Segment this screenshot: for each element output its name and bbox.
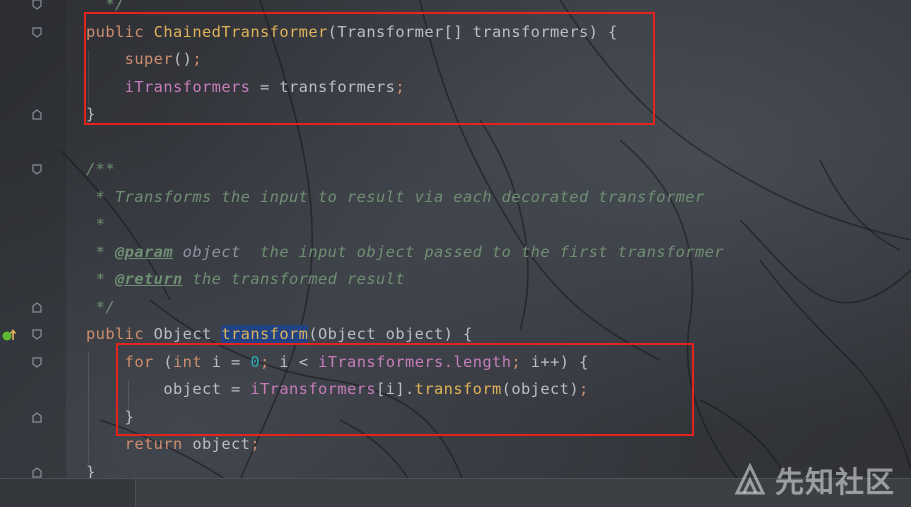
gutter-line: [0, 349, 66, 377]
code-token: object: [182, 242, 241, 261]
code-token: public: [86, 325, 154, 343]
code-token: *: [86, 242, 115, 261]
implements-method-icon[interactable]: [2, 328, 16, 342]
code-token: transform: [221, 325, 309, 343]
watermark-text: 先知社区: [774, 465, 895, 499]
gutter-line: [0, 321, 66, 349]
fold-arrow-icon[interactable]: [32, 301, 42, 313]
code-token: the input object passed to the first tra…: [240, 242, 724, 261]
code-token: return: [124, 435, 193, 453]
code-token: object: [192, 435, 251, 453]
code-token: Object: [153, 325, 222, 343]
code-line[interactable]: * @return the transformed result: [86, 266, 405, 294]
fold-arrow-icon[interactable]: [32, 466, 42, 478]
highlight-box-constructor: [84, 12, 655, 125]
gutter-line: [0, 376, 66, 404]
fold-arrow-icon[interactable]: [32, 26, 42, 38]
status-bar-left: [0, 479, 136, 507]
gutter: [0, 0, 66, 478]
gutter-line: [0, 74, 66, 102]
code-line[interactable]: /**: [86, 156, 115, 184]
code-token: *: [86, 270, 115, 288]
gutter-line: [0, 129, 66, 157]
code-token: * Transforms the input to result via eac…: [86, 187, 705, 206]
gutter-line: [0, 239, 66, 267]
watermark-logo-icon: [734, 463, 766, 495]
fold-arrow-icon[interactable]: [32, 329, 42, 340]
watermark: 先知社区: [733, 460, 895, 500]
code-token: @return: [115, 270, 183, 288]
fold-arrow-icon[interactable]: [32, 411, 42, 423]
gutter-line: [0, 101, 66, 129]
code-token: *: [86, 215, 106, 233]
fold-arrow-icon[interactable]: [32, 0, 42, 10]
gutter-line: [0, 46, 66, 74]
code-token: @param: [115, 242, 173, 261]
code-token: (Object object) {: [308, 325, 473, 343]
code-token: /**: [86, 160, 115, 178]
gutter-line: [0, 19, 66, 47]
fold-arrow-icon[interactable]: [32, 109, 42, 120]
gutter-line: [0, 266, 66, 294]
fold-arrow-icon[interactable]: [32, 356, 42, 368]
gutter-line: [0, 294, 66, 322]
code-line[interactable]: * Transforms the input to result via eac…: [86, 184, 705, 212]
code-editor[interactable]: */public ChainedTransformer(Transformer[…: [0, 0, 911, 506]
gutter-line: [0, 404, 66, 432]
code-line[interactable]: *: [86, 211, 105, 239]
fold-arrow-icon[interactable]: [32, 164, 42, 175]
code-token: the transformed result: [182, 270, 405, 288]
gutter-line: [0, 156, 66, 184]
code-token: ;: [250, 435, 261, 453]
gutter-line: [0, 431, 66, 459]
code-token: */: [86, 297, 115, 316]
code-line[interactable]: */: [86, 294, 115, 322]
gutter-line: [0, 184, 66, 212]
code-line[interactable]: * @param object the input object passed …: [86, 239, 724, 267]
highlight-box-loop: [116, 343, 694, 436]
gutter-line: [0, 211, 66, 239]
gutter-line: [0, 0, 66, 19]
